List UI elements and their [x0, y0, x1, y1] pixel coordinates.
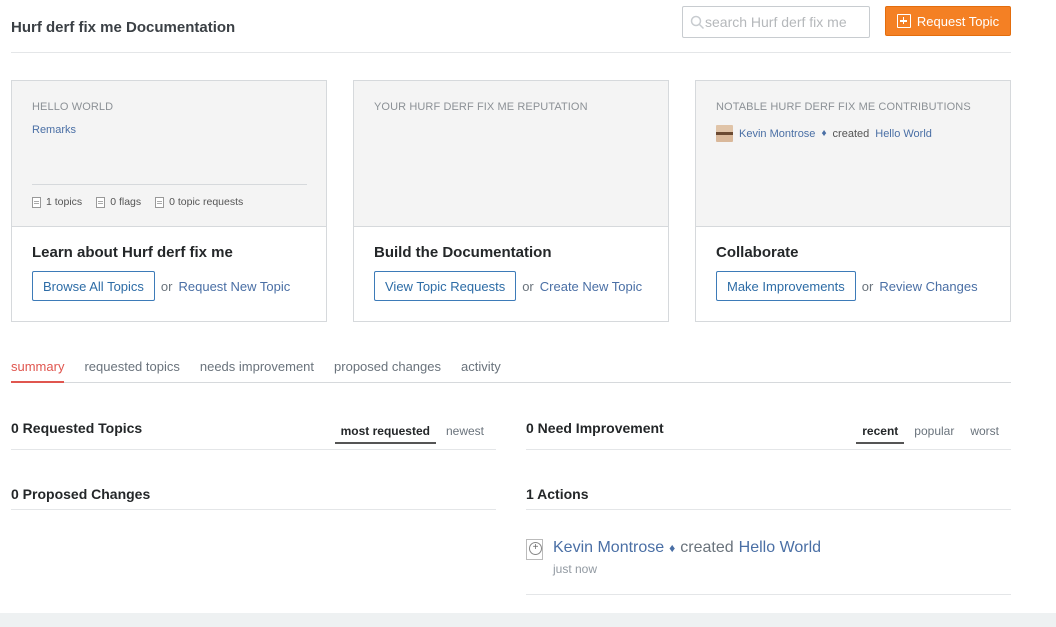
card-top: NOTABLE HURF DERF FIX ME CONTRIBUTIONS K… [696, 81, 1010, 227]
search-input[interactable] [705, 12, 865, 32]
activity-line: Kevin Montrose ♦ created Hello World [553, 539, 821, 557]
card-actions: Browse All Topics or Request New Topic [32, 271, 290, 301]
create-new-topic-link[interactable]: Create New Topic [540, 279, 642, 294]
or-text: or [861, 278, 874, 294]
card-build: YOUR HURF DERF FIX ME REPUTATION Build t… [353, 80, 669, 322]
sort-worst[interactable]: worst [964, 422, 1005, 444]
card-label: NOTABLE HURF DERF FIX ME CONTRIBUTIONS [716, 101, 971, 113]
make-improvements-button[interactable]: Make Improvements [716, 271, 856, 301]
page-header: Hurf derf fix me Documentation Request T… [11, 0, 1011, 53]
card-actions: View Topic Requests or Create New Topic [374, 271, 642, 301]
actions-section: 1 Actions [526, 482, 1011, 510]
section-title: 0 Requested Topics [11, 420, 143, 436]
moderator-diamond-icon: ♦ [669, 541, 676, 555]
tab-needs-improvement[interactable]: needs improvement [200, 355, 314, 383]
card-label: HELLO WORLD [32, 101, 114, 113]
activity-verb: created [680, 539, 734, 556]
activity-target-link[interactable]: Hello World [739, 539, 821, 557]
sort-options: recent popular worst [856, 422, 1005, 444]
contribution-verb: created [832, 127, 870, 140]
section-title: 0 Need Improvement [526, 420, 664, 436]
page-title: Hurf derf fix me Documentation [11, 19, 236, 36]
activity-timestamp: just now [553, 562, 598, 576]
card-learn: HELLO WORLD Remarks 1 topics 0 flags 0 t… [11, 80, 327, 322]
avatar[interactable] [716, 125, 733, 142]
proposed-changes-section: 0 Proposed Changes [11, 482, 496, 510]
stat-topics: 1 topics [32, 196, 82, 208]
create-document-icon [526, 539, 543, 560]
tab-requested-topics[interactable]: requested topics [84, 355, 179, 383]
requested-topics-section: 0 Requested Topics most requested newest [11, 416, 496, 450]
tab-proposed-changes[interactable]: proposed changes [334, 355, 441, 383]
stat-topics-text: 1 topics [46, 196, 83, 208]
stat-flags-text: 0 flags [110, 196, 142, 208]
topic-stats: 1 topics 0 flags 0 topic requests [32, 184, 307, 208]
or-text: or [522, 278, 534, 294]
sort-popular[interactable]: popular [908, 422, 960, 444]
contribution-item: Kevin Montrose ♦ created Hello World [716, 125, 932, 142]
sort-newest[interactable]: newest [440, 422, 490, 444]
or-text: or [160, 278, 173, 294]
request-topic-label: Request Topic [916, 13, 1000, 29]
request-new-topic-link[interactable]: Request New Topic [178, 279, 290, 294]
document-icon [32, 196, 41, 208]
card-top: YOUR HURF DERF FIX ME REPUTATION [354, 81, 668, 227]
request-topic-button[interactable]: Request Topic [885, 6, 1011, 36]
moderator-diamond-icon: ♦ [821, 128, 827, 139]
flag-document-icon [96, 196, 106, 208]
browse-all-topics-button[interactable]: Browse All Topics [32, 271, 155, 301]
stat-flags: 0 flags [96, 196, 141, 208]
tab-summary[interactable]: summary [11, 355, 65, 383]
card-label: YOUR HURF DERF FIX ME REPUTATION [374, 101, 588, 113]
sort-recent[interactable]: recent [856, 422, 905, 444]
contribution-target-link[interactable]: Hello World [875, 128, 932, 140]
need-improvement-section: 0 Need Improvement recent popular worst [526, 416, 1011, 450]
section-title: 1 Actions [526, 486, 589, 502]
tab-activity[interactable]: activity [461, 355, 501, 383]
request-document-icon [155, 196, 165, 208]
card-collaborate: NOTABLE HURF DERF FIX ME CONTRIBUTIONS K… [695, 80, 1011, 322]
card-actions: Make Improvements or Review Changes [716, 271, 978, 301]
search-icon [690, 15, 705, 30]
sort-options: most requested newest [334, 422, 490, 444]
card-top: HELLO WORLD Remarks 1 topics 0 flags 0 t… [12, 81, 326, 227]
sort-most-requested[interactable]: most requested [334, 422, 436, 444]
card-heading: Build the Documentation [374, 244, 552, 261]
activity-user-link[interactable]: Kevin Montrose [553, 539, 664, 557]
stat-requests: 0 topic requests [155, 196, 243, 208]
view-topic-requests-button[interactable]: View Topic Requests [374, 271, 517, 301]
section-title: 0 Proposed Changes [11, 486, 151, 502]
review-changes-link[interactable]: Review Changes [879, 279, 977, 294]
stat-requests-text: 0 topic requests [169, 196, 244, 208]
activity-item: Kevin Montrose ♦ created Hello World jus… [526, 537, 1011, 595]
card-heading: Learn about Hurf derf fix me [32, 244, 233, 261]
plus-square-icon [896, 14, 911, 28]
remarks-link[interactable]: Remarks [32, 124, 76, 136]
card-heading: Collaborate [716, 244, 799, 261]
tab-bar: summary requested topics needs improveme… [11, 355, 1011, 383]
footer-band [0, 613, 1056, 627]
search-box[interactable] [682, 6, 870, 38]
contributor-link[interactable]: Kevin Montrose [739, 128, 815, 140]
